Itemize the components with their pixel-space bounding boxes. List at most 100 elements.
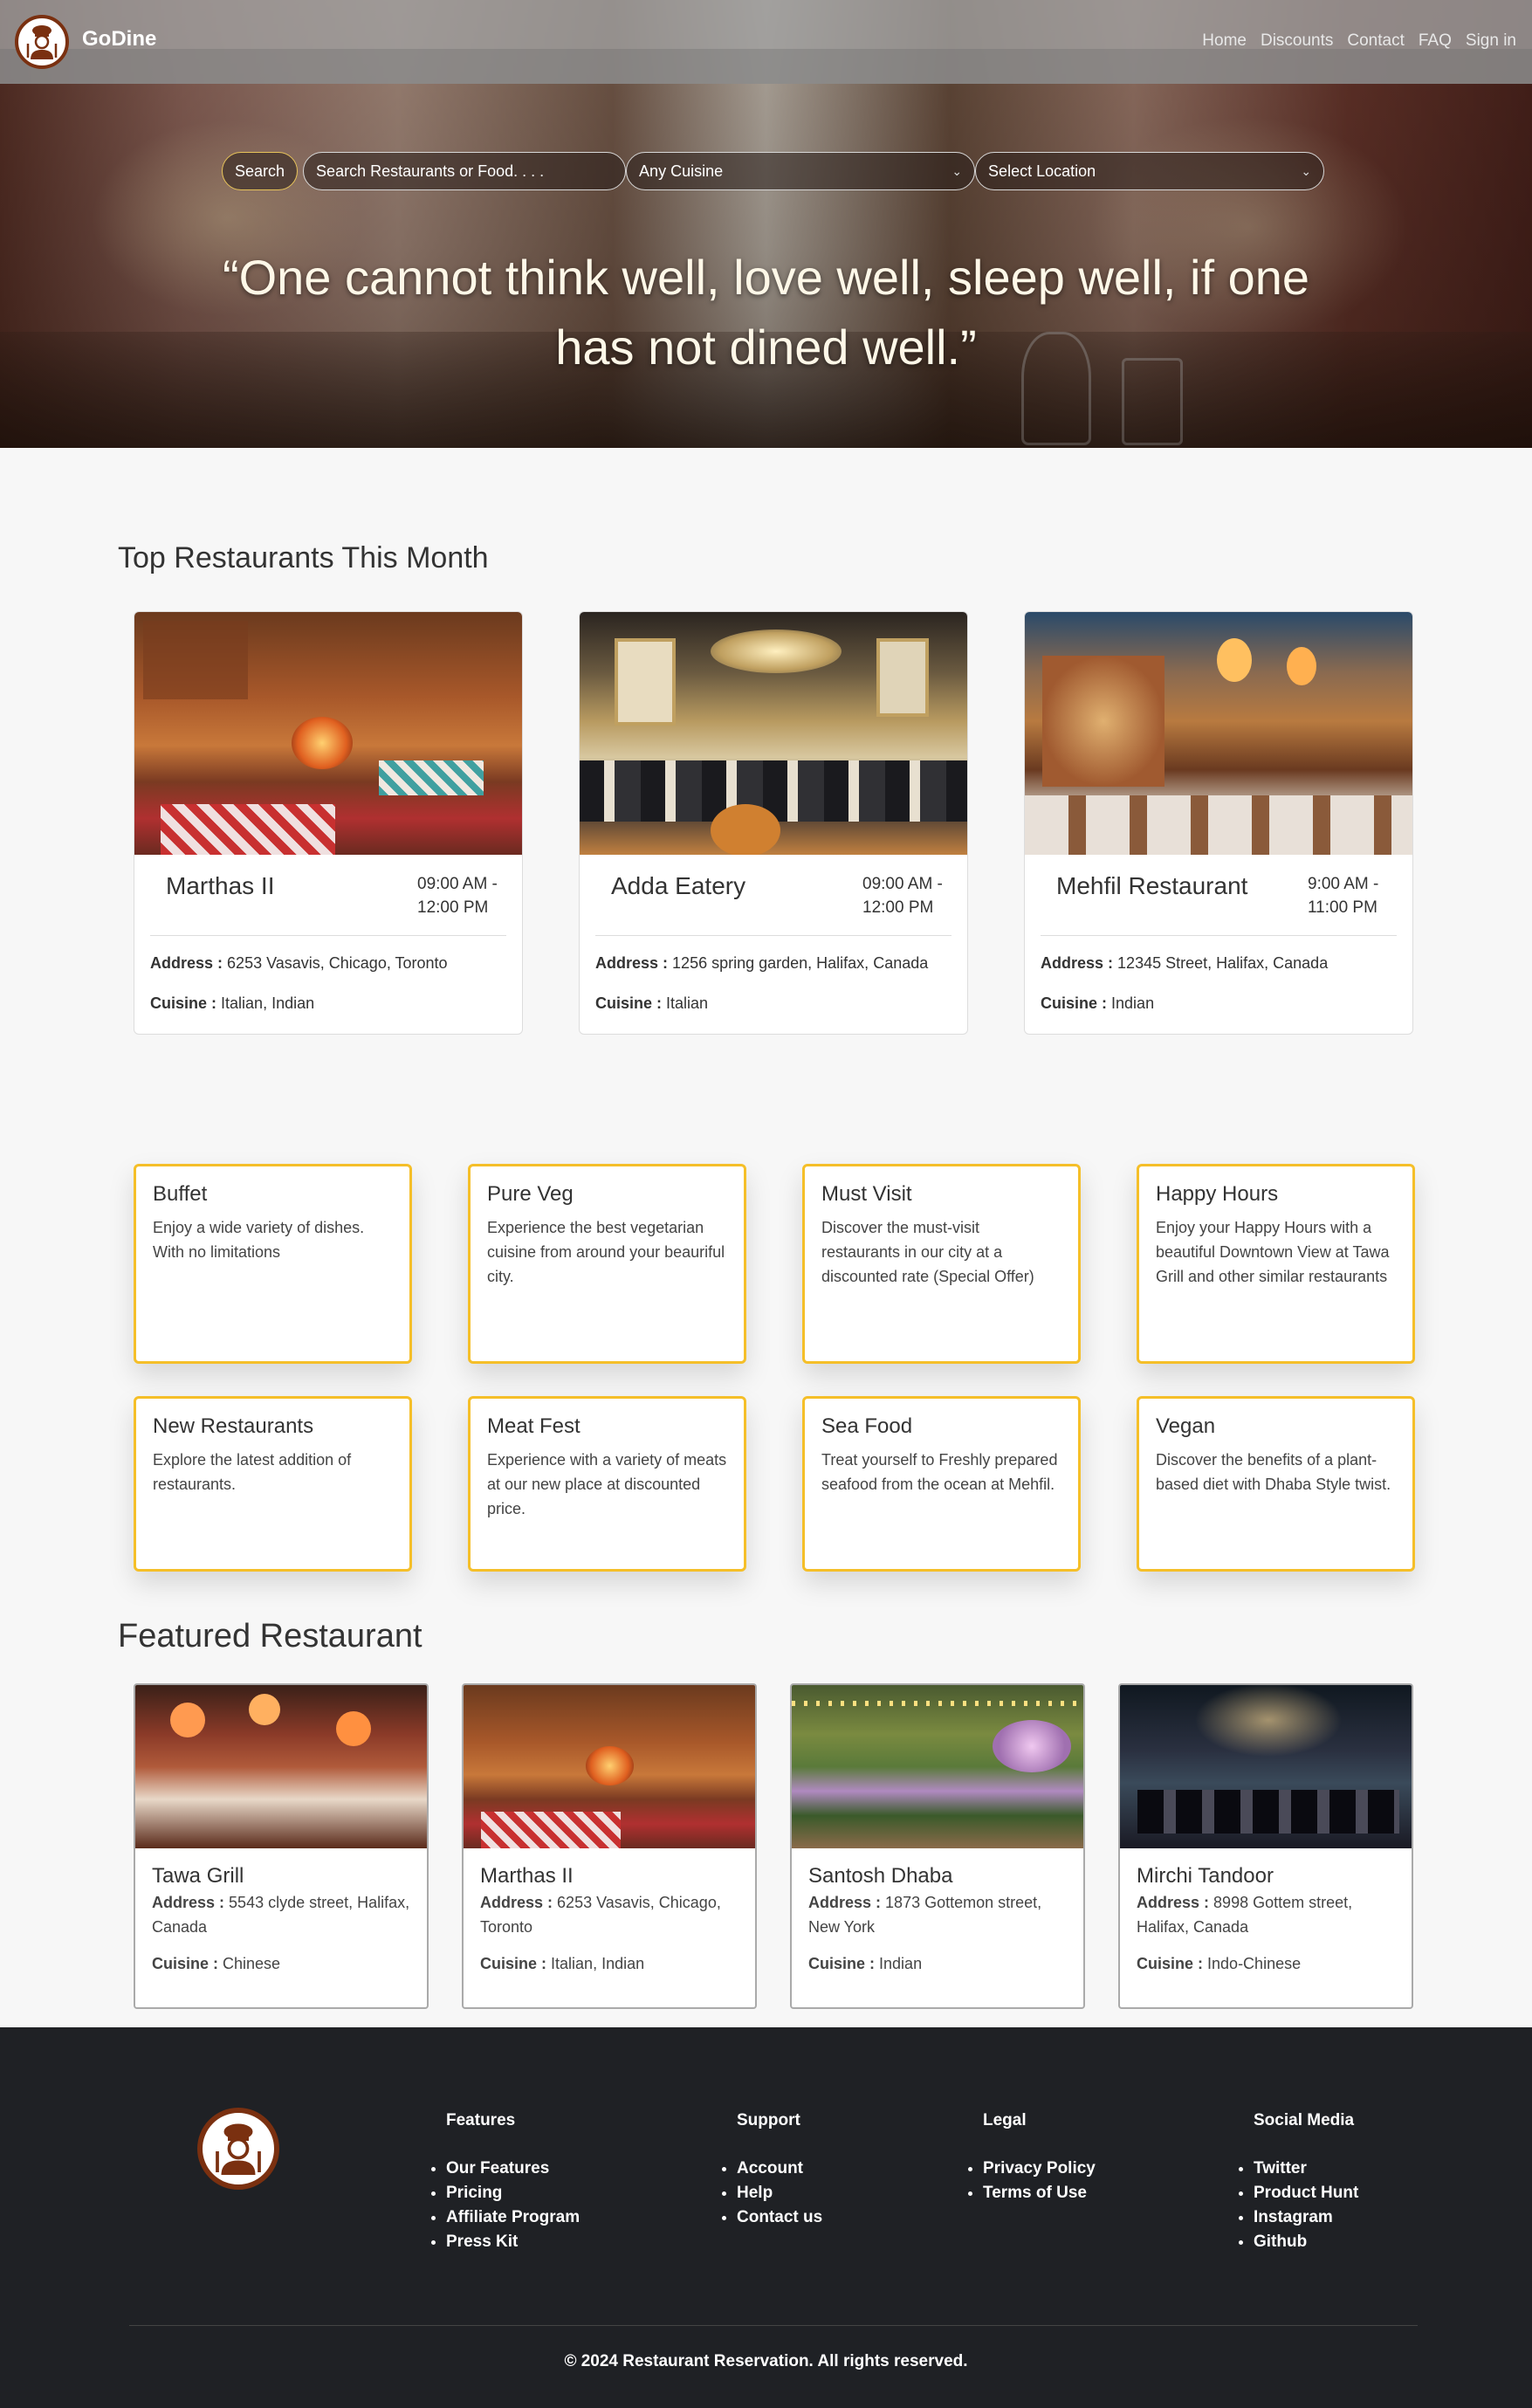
footer-heading: Support [737,2111,800,2129]
hero-banner: GoDine Home Discounts Contact FAQ Sign i… [0,0,1532,448]
restaurant-address: Address : 8998 Gottem street, Halifax, C… [1137,1890,1395,1939]
chef-logo-icon[interactable] [15,15,69,69]
restaurant-hours: 09:00 AM - 12:00 PM [862,875,943,917]
restaurant-name: Tawa Grill [152,1864,244,1888]
feature-card-new-restaurants[interactable]: New Restaurants Explore the latest addit… [134,1396,412,1572]
footer-heading: Legal [983,2111,1027,2129]
cuisine-label: Cuisine : [595,994,663,1012]
footer-link[interactable]: Instagram [1254,2205,1358,2230]
feature-description: Treat yourself to Freshly prepared seafo… [821,1451,1058,1493]
footer-link[interactable]: Terms of Use [983,2181,1096,2205]
card-divider [595,935,951,936]
photo-seating [1025,795,1412,855]
photo-lantern [1217,638,1252,682]
featured-restaurant-card[interactable]: Marthas II Address : 6253 Vasavis, Chica… [462,1683,757,2009]
photo-lantern [170,1703,205,1737]
chevron-down-icon: ⌄ [1301,163,1312,178]
photo-lantern [336,1711,371,1746]
search-button[interactable]: Search [222,152,299,190]
footer-link[interactable]: Twitter [1254,2157,1358,2181]
nav-faq-link[interactable]: FAQ [1419,31,1452,51]
cuisine-label: Cuisine : [1041,994,1108,1012]
nav-contact-link[interactable]: Contact [1347,31,1404,51]
feature-card-vegan[interactable]: Vegan Discover the benefits of a plant-b… [1137,1396,1415,1572]
top-restaurant-card[interactable]: Marthas II 09:00 AM - 12:00 PM Address :… [134,611,523,1035]
feature-card-happy-hours[interactable]: Happy Hours Enjoy your Happy Hours with … [1137,1164,1415,1364]
navbar: GoDine Home Discounts Contact FAQ Sign i… [0,0,1532,84]
feature-title: Buffet [153,1182,208,1206]
copyright: © 2024 Restaurant Reservation. All right… [564,2352,968,2370]
cuisine-value: Italian, Indian [551,1955,645,1972]
footer-divider [129,2325,1418,2326]
footer-links: Privacy Policy Terms of Use [983,2157,1096,2205]
featured-restaurant-card[interactable]: Mirchi Tandoor Address : 8998 Gottem str… [1118,1683,1413,2009]
nav-home-link[interactable]: Home [1202,31,1247,51]
footer-link[interactable]: Press Kit [446,2230,580,2254]
search-bar: Search Any Cuisine ⌄ Select Location ⌄ [222,150,1325,192]
address-label: Address : [150,954,223,972]
photo-checked-table [481,1812,621,1848]
feature-title: Happy Hours [1156,1182,1279,1206]
cuisine-value: Italian, Indian [221,994,315,1012]
chef-logo-icon [26,25,58,59]
feature-card-meat-fest[interactable]: Meat Fest Experience with a variety of m… [468,1396,746,1572]
featured-restaurant-card[interactable]: Tawa Grill Address : 5543 clyde street, … [134,1683,429,2009]
cuisine-label: Cuisine : [808,1955,876,1972]
brand-name[interactable]: GoDine [82,27,156,52]
photo-painting [876,638,929,717]
chef-logo-icon[interactable] [197,2108,279,2190]
feature-description: Experience the best vegetarian cuisine f… [487,1219,725,1285]
footer-link[interactable]: Product Hunt [1254,2181,1358,2205]
feature-card-pure-veg[interactable]: Pure Veg Experience the best vegetarian … [468,1164,746,1364]
restaurant-cuisine: Cuisine : Indian [1041,994,1154,1013]
feature-title: New Restaurants [153,1414,314,1438]
restaurant-photo [134,612,522,855]
photo-flowers [993,1720,1071,1772]
feature-card-must-visit[interactable]: Must Visit Discover the must-visit resta… [802,1164,1081,1364]
feature-title: Sea Food [821,1414,913,1438]
feature-title: Pure Veg [487,1182,574,1206]
location-select[interactable]: Select Location ⌄ [975,152,1325,190]
footer-link[interactable]: Help [737,2181,822,2205]
navbar-band [0,49,1532,84]
footer-link[interactable]: Affiliate Program [446,2205,580,2230]
feature-card-buffet[interactable]: Buffet Enjoy a wide variety of dishes. W… [134,1164,412,1364]
cuisine-select[interactable]: Any Cuisine ⌄ [626,152,976,190]
footer-links: Account Help Contact us [737,2157,822,2230]
cuisine-value: Indo-Chinese [1207,1955,1302,1972]
card-divider [150,935,506,936]
feature-description: Enjoy your Happy Hours with a beautiful … [1156,1219,1390,1285]
top-restaurant-card[interactable]: Mehfil Restaurant 9:00 AM - 11:00 PM Add… [1024,611,1413,1035]
feature-description: Enjoy a wide variety of dishes. With no … [153,1219,365,1261]
search-input[interactable] [303,152,627,190]
footer-heading: Social Media [1254,2111,1355,2129]
footer-link[interactable]: Pricing [446,2181,580,2205]
featured-restaurant-card[interactable]: Santosh Dhaba Address : 1873 Gottemon st… [790,1683,1085,2009]
address-value: 6253 Vasavis, Chicago, Toronto [227,954,448,972]
top-restaurant-card[interactable]: Adda Eatery 09:00 AM - 12:00 PM Address … [579,611,968,1035]
feature-card-sea-food[interactable]: Sea Food Treat yourself to Freshly prepa… [802,1396,1081,1572]
photo-tables [1137,1790,1399,1834]
cuisine-label: Cuisine : [480,1955,547,1972]
restaurant-hours: 09:00 AM - 12:00 PM [417,875,498,917]
restaurant-photo [464,1685,755,1848]
restaurant-name: Adda Eatery [611,872,746,899]
nav-signin-link[interactable]: Sign in [1466,31,1516,51]
footer-link[interactable]: Contact us [737,2205,822,2230]
nav-discounts-link[interactable]: Discounts [1261,31,1333,51]
footer-links: Twitter Product Hunt Instagram Github [1254,2157,1358,2254]
cuisine-value: Indian [879,1955,923,1972]
footer-link[interactable]: Account [737,2157,822,2181]
feature-description: Discover the must-visit restaurants in o… [821,1219,1034,1285]
restaurant-address: Address : 6253 Vasavis, Chicago, Toronto [480,1890,739,1939]
restaurant-address: Address : 6253 Vasavis, Chicago, Toronto [150,954,448,973]
feature-title: Meat Fest [487,1414,581,1438]
restaurant-cuisine: Cuisine : Chinese [152,1955,410,1973]
feature-description: Experience with a variety of meats at ou… [487,1451,727,1517]
footer-link[interactable]: Privacy Policy [983,2157,1096,2181]
feature-title: Vegan [1156,1414,1216,1438]
photo-chair [711,804,780,855]
footer-link[interactable]: Our Features [446,2157,580,2181]
footer-link[interactable]: Github [1254,2230,1358,2254]
address-label: Address : [595,954,669,972]
